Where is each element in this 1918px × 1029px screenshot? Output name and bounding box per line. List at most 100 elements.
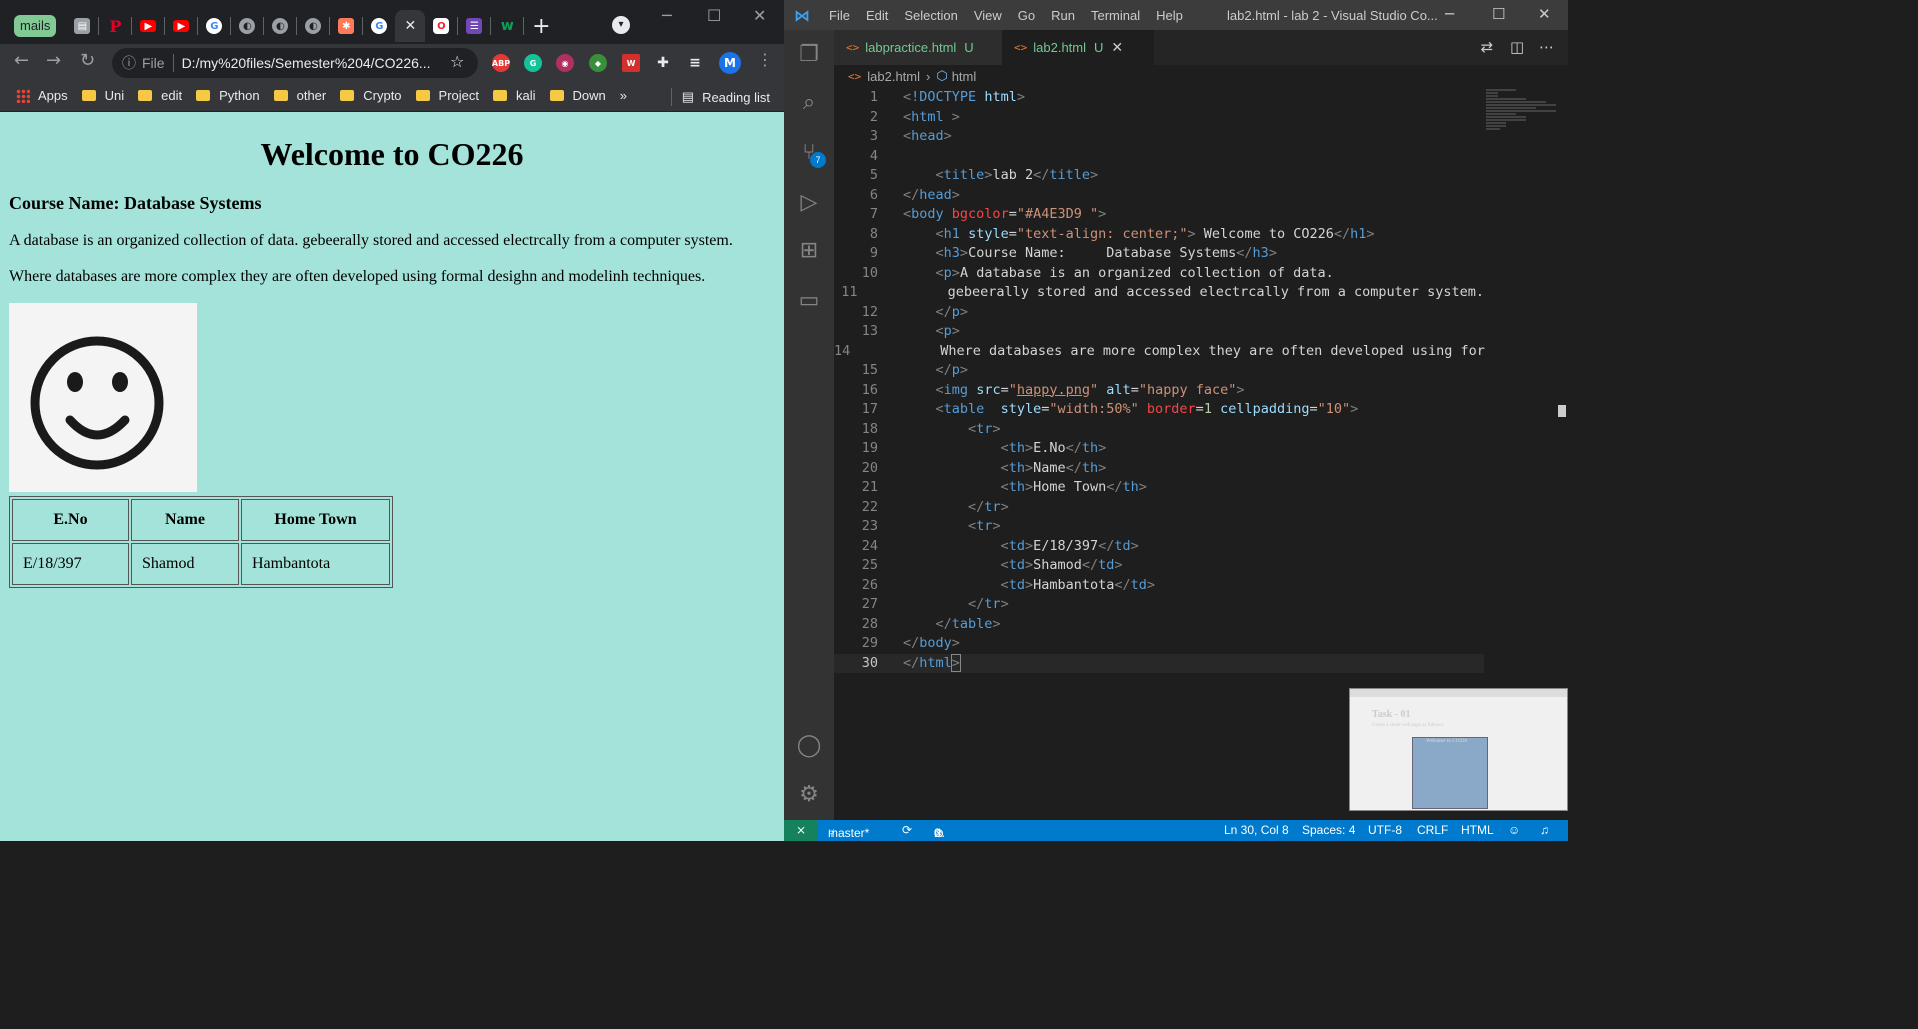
folder-icon <box>549 90 564 101</box>
bookmark-star-icon[interactable]: ☆ <box>450 52 464 71</box>
menu-run[interactable]: Run <box>1051 8 1075 23</box>
table-cell: Shamod <box>131 543 239 585</box>
info-icon[interactable]: ⓘ <box>122 53 136 73</box>
bookmark-folder[interactable]: Uni <box>81 88 124 103</box>
remote-icon[interactable]: ⨯ <box>784 820 818 841</box>
tab-youtube-2[interactable]: ▶ <box>165 10 197 42</box>
close-icon[interactable]: ✕ <box>404 18 416 34</box>
more-actions-icon[interactable]: ⋯ <box>1539 38 1554 56</box>
breadcrumb-symbol[interactable]: html <box>952 69 977 84</box>
tab-active[interactable]: ✕ <box>395 10 426 42</box>
tab-globe-1[interactable]: ◐ <box>231 10 263 42</box>
extensions-icon[interactable]: ⊞ <box>796 238 822 264</box>
tab-lab2[interactable]: <> lab2.html U ✕ <box>1002 30 1154 65</box>
grammarly-icon[interactable]: G <box>524 54 542 72</box>
maximize-icon[interactable]: ☐ <box>707 6 721 25</box>
scrollbar-thumb[interactable] <box>1558 405 1566 417</box>
remote-explorer-icon[interactable]: ▭ <box>796 288 822 314</box>
happy-face-image <box>9 303 197 492</box>
tab-opera[interactable]: O <box>425 10 457 42</box>
adblock-icon[interactable]: ABP <box>492 54 510 72</box>
indentation[interactable]: Spaces: 4 <box>1302 823 1355 837</box>
url-text[interactable]: D:/my%20files/Semester%204/CO226... <box>182 55 431 71</box>
maximize-icon[interactable]: ☐ <box>1492 5 1505 23</box>
menu-go[interactable]: Go <box>1018 8 1035 23</box>
tab-search-icon[interactable]: ▾ <box>612 16 630 34</box>
google-icon: G <box>206 18 223 34</box>
apps-grid-icon <box>16 88 30 103</box>
profile-avatar[interactable]: M <box>719 52 741 74</box>
bookmark-folder[interactable]: Project <box>415 88 479 103</box>
open-changes-icon[interactable]: ⇄ <box>1481 38 1494 56</box>
tab-hubspot[interactable]: ✱ <box>330 10 362 42</box>
feedback-icon[interactable]: ☺ <box>1508 823 1520 837</box>
tab-globe-3[interactable]: ◐ <box>297 10 329 42</box>
tab-group-mails[interactable]: mails <box>14 15 57 37</box>
vscode-window: ⋈ File Edit Selection View Go Run Termin… <box>784 0 1568 841</box>
close-window-icon[interactable]: ✕ <box>753 6 766 25</box>
tab-globe-2[interactable]: ◐ <box>264 10 296 42</box>
color-picker-icon[interactable]: ◆ <box>589 54 607 72</box>
menu-help[interactable]: Help <box>1156 8 1183 23</box>
tab-labpractice[interactable]: <> labpractice.html U <box>834 30 1002 65</box>
page-heading: Welcome to CO226 <box>260 136 524 172</box>
media-control-icon[interactable]: ≡ <box>686 54 704 72</box>
new-tab-button[interactable]: + <box>524 14 558 39</box>
tab-docs[interactable]: ▤ <box>66 10 98 42</box>
tab-google-1[interactable]: G <box>198 10 230 42</box>
tab-youtube-1[interactable]: ▶ <box>132 10 164 42</box>
chevron-right-icon: › <box>926 68 931 84</box>
menu-view[interactable]: View <box>974 8 1002 23</box>
bookmark-folder[interactable]: other <box>273 88 326 103</box>
wps-icon[interactable]: W <box>622 54 640 72</box>
encoding[interactable]: UTF-8 <box>1368 823 1402 837</box>
breadcrumb-file[interactable]: lab2.html <box>867 69 920 84</box>
minimize-icon[interactable]: ─ <box>662 6 672 25</box>
tab-pinterest[interactable]: P <box>99 10 131 42</box>
html-file-icon: <> <box>848 69 862 83</box>
bookmark-folder[interactable]: Down <box>549 88 606 103</box>
extensions-icon[interactable]: ✚ <box>654 54 672 72</box>
globe-icon: ◐ <box>272 18 289 34</box>
accounts-icon[interactable]: ◯ <box>796 733 822 759</box>
sync-icon[interactable]: ⟳ <box>902 823 912 837</box>
bookmark-apps[interactable]: Apps <box>16 88 68 103</box>
menu-terminal[interactable]: Terminal <box>1091 8 1140 23</box>
reload-icon[interactable]: ↻ <box>80 50 95 71</box>
cursor-position[interactable]: Ln 30, Col 8 <box>1224 823 1289 837</box>
back-icon[interactable]: ← <box>14 50 29 71</box>
menu-kebab-icon[interactable]: ⋮ <box>757 50 773 69</box>
close-icon[interactable]: ✕ <box>1111 39 1123 56</box>
notifications-icon[interactable]: ♫ <box>1540 823 1549 837</box>
address-bar[interactable]: ⓘ File D:/my%20files/Semester%204/CO226.… <box>112 48 478 78</box>
reading-list-button[interactable]: ▤ Reading list <box>670 88 770 106</box>
close-window-icon[interactable]: ✕ <box>1538 5 1551 23</box>
settings-gear-icon[interactable]: ⚙ <box>796 782 822 808</box>
paragraph-1: A database is an organized collection of… <box>9 232 733 249</box>
code-editor[interactable]: 1 <!DOCTYPE html> 2 <html > 3 <head> 4 5 <t… <box>834 88 1485 673</box>
tab-webflow[interactable]: w <box>491 10 523 42</box>
screen-recorder-icon[interactable]: ◉ <box>556 54 574 72</box>
forward-icon[interactable]: → <box>46 50 61 71</box>
menu-file[interactable]: File <box>829 8 850 23</box>
bookmark-folder[interactable]: Crypto <box>340 88 402 103</box>
bookmark-folder[interactable]: kali <box>493 88 536 103</box>
language-mode[interactable]: HTML <box>1461 823 1494 837</box>
menu-selection[interactable]: Selection <box>904 8 957 23</box>
tab-forms[interactable]: ☰ <box>458 10 490 42</box>
minimize-icon[interactable]: ─ <box>1445 5 1454 23</box>
run-debug-icon[interactable]: ▷ <box>796 190 822 216</box>
explorer-icon[interactable]: ❐ <box>796 42 822 68</box>
preview-page-image <box>1412 737 1488 809</box>
line-ending[interactable]: CRLF <box>1417 823 1448 837</box>
bookmark-folder[interactable]: edit <box>138 88 182 103</box>
search-icon[interactable]: ⌕ <box>796 90 822 116</box>
minimap[interactable] <box>1486 88 1564 148</box>
tab-google-2[interactable]: G <box>363 10 395 42</box>
taskbar-thumbnail-preview[interactable]: Task - 01 Create a small web page as fol… <box>1349 688 1568 811</box>
menu-edit[interactable]: Edit <box>866 8 888 23</box>
folder-icon <box>81 90 96 101</box>
bookmarks-overflow[interactable]: » <box>620 88 627 103</box>
bookmark-folder[interactable]: Python <box>196 88 260 103</box>
split-editor-icon[interactable]: ◫ <box>1510 38 1524 56</box>
